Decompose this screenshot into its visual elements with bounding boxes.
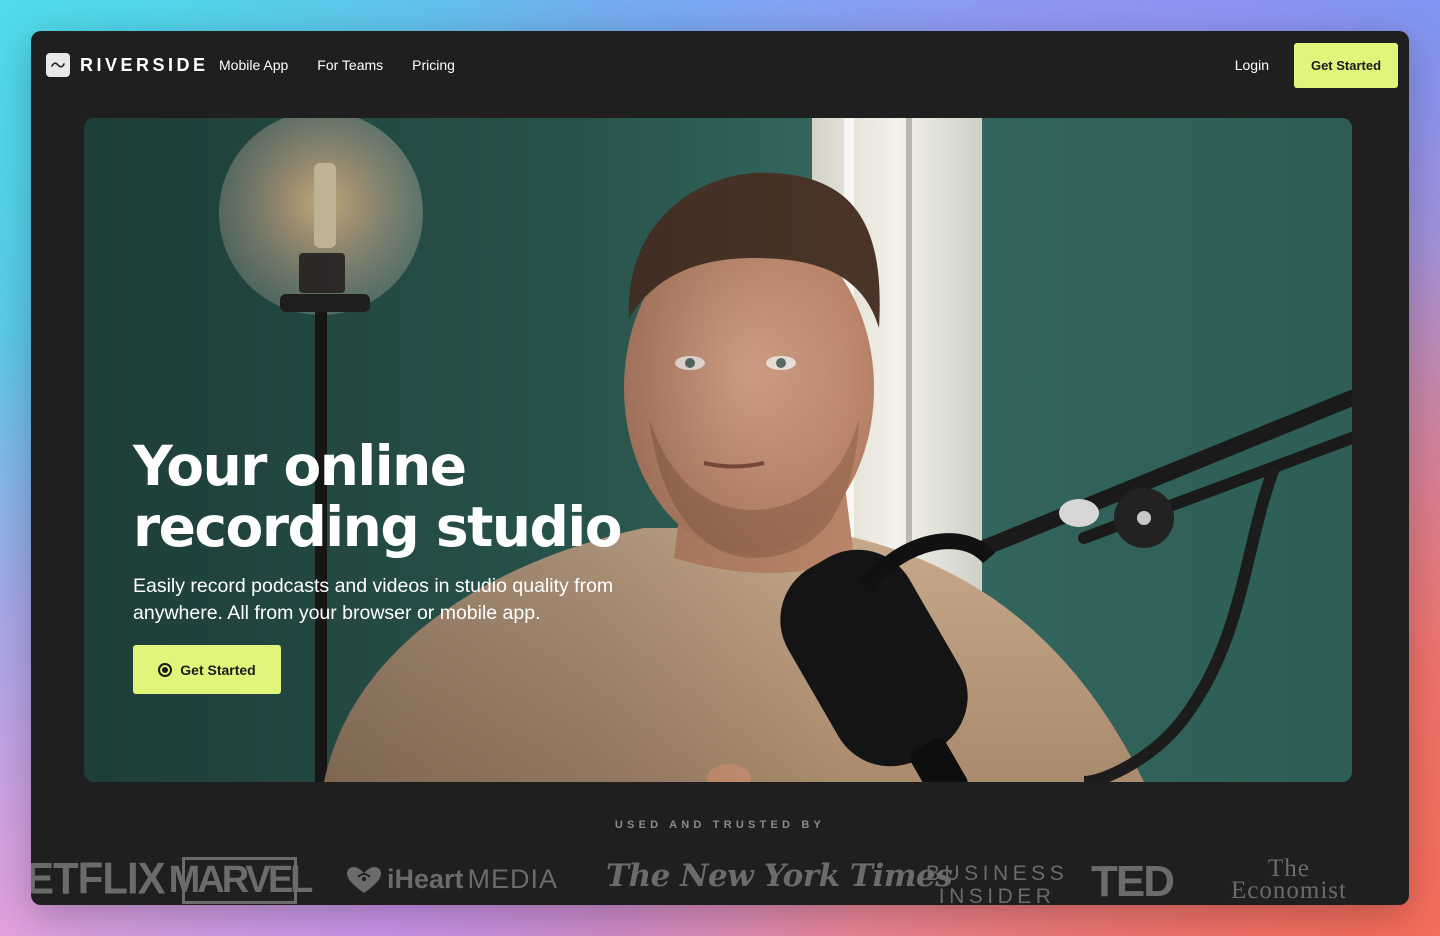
get-started-button-hero[interactable]: Get Started [133, 645, 281, 694]
marvel-logo: MARVEL [169, 857, 313, 904]
riverside-logo[interactable]: RIVERSIDE [46, 53, 209, 77]
hero-section: Your online recording studio Easily reco… [84, 118, 1352, 782]
record-icon [158, 662, 173, 677]
iheartmedia-logo: iHeart MEDIA [345, 864, 558, 895]
iheart-logo-bold: iHeart [387, 864, 464, 894]
nav-link-for-teams[interactable]: For Teams [317, 57, 383, 73]
bi-line1: BUSINESS [926, 862, 1069, 885]
nav-links: Mobile App For Teams Pricing [219, 57, 455, 73]
economist-logo: The Economist [1231, 856, 1347, 904]
business-insider-logo: BUSINESS INSIDER [926, 862, 1068, 905]
nyt-logo: The New York Times [606, 858, 953, 894]
logo-text: RIVERSIDE [80, 54, 209, 75]
hero-subtitle: Easily record podcasts and videos in stu… [133, 575, 614, 624]
hero-title-line1: Your online [133, 434, 467, 498]
nav-link-mobile-app[interactable]: Mobile App [219, 57, 288, 73]
bi-line2: INSIDER [938, 885, 1056, 905]
logo-wave-icon [46, 53, 70, 77]
get-started-button-nav[interactable]: Get Started [1294, 43, 1398, 88]
econ-line2: Economist [1231, 877, 1347, 904]
trusted-by-label: USED AND TRUSTED BY [614, 819, 826, 831]
ted-logo: TED [1091, 857, 1175, 905]
brand-logos-strip: ETFLIX MARVEL iHeart MEDIA The New York T… [31, 853, 1409, 905]
nav-link-pricing[interactable]: Pricing [412, 57, 455, 73]
hero-title: Your online recording studio [133, 436, 733, 558]
browser-window: RIVERSIDE Mobile App For Teams Pricing L… [31, 31, 1409, 905]
top-nav: RIVERSIDE Mobile App For Teams Pricing L… [31, 31, 1409, 101]
get-started-button-label: Get Started [180, 661, 256, 678]
iheart-logo-light: MEDIA [467, 864, 559, 894]
hero-title-line2: recording studio [133, 495, 623, 559]
iheart-heart-icon [347, 866, 381, 893]
login-link[interactable]: Login [1235, 57, 1269, 73]
netflix-logo: ETFLIX [31, 853, 166, 904]
